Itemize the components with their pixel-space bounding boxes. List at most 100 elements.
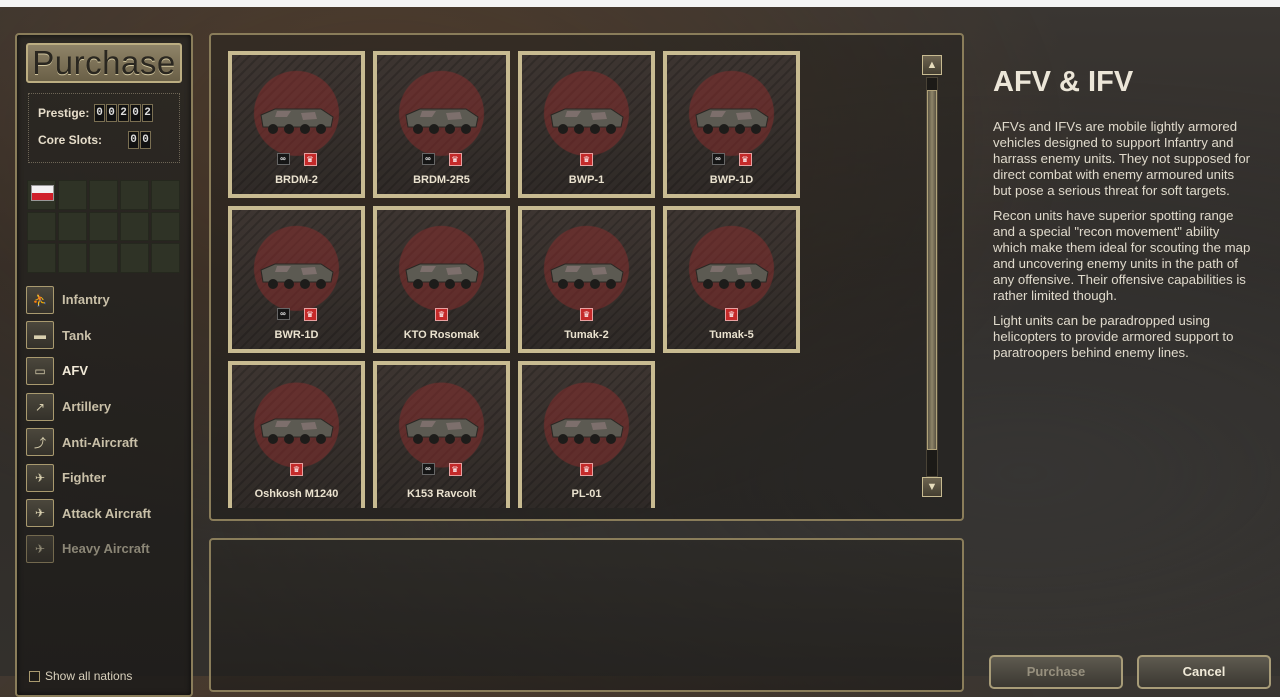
nation-slot-empty: [27, 211, 56, 242]
nation-slot-empty: [58, 243, 87, 273]
scroll-down-arrow-icon[interactable]: ▼: [922, 477, 942, 497]
nation-slot-empty: [151, 211, 180, 242]
counter-digit: 0: [140, 131, 151, 149]
attack-aircraft-icon: ✈: [26, 499, 54, 528]
category-label: Fighter: [62, 470, 107, 486]
unit-model-image: [405, 263, 479, 289]
category-list: ⛹ Infantry ▬ Tank ▭ AFV ↗ Artillery ⤴ Anti-Aircra…: [26, 282, 151, 567]
category-item-attack-aircraft[interactable]: ✈ Attack Aircraft: [26, 496, 151, 532]
counter-digit: 2: [142, 104, 153, 122]
unit-card[interactable]: ♛ PL-01: [518, 361, 655, 508]
unit-name: BRDM-2: [275, 174, 318, 186]
category-item-fighter[interactable]: ✈ Fighter: [26, 460, 151, 496]
purchase-title-plate: Purchase: [26, 43, 182, 83]
prestige-counter: 00202: [94, 104, 153, 122]
category-item-tank[interactable]: ▬ Tank: [26, 318, 151, 354]
category-item-artillery[interactable]: ↗ Artillery: [26, 389, 151, 425]
scroll-track[interactable]: [926, 77, 938, 477]
unit-name: PL-01: [571, 488, 602, 500]
unit-model-image: [260, 418, 334, 444]
counter-digit: 2: [118, 104, 129, 122]
nation-slot-empty: [58, 211, 87, 242]
paradrop-icon: ♛: [290, 463, 303, 476]
nation-slot-empty: [120, 180, 149, 210]
nation-slot-empty: [151, 180, 180, 210]
unit-badges: ∞ ♛: [377, 463, 506, 476]
paradrop-icon: ♛: [580, 308, 593, 321]
unit-card[interactable]: ∞ ♛ K153 Ravcolt: [373, 361, 510, 508]
counter-digit: 0: [94, 104, 105, 122]
info-paragraph: AFVs and IFVs are mobile lightly armored…: [993, 119, 1251, 198]
category-item-afv[interactable]: ▭ AFV: [26, 353, 151, 389]
scroll-up-arrow-icon[interactable]: ▲: [922, 55, 942, 75]
core-slots-counter: 00: [128, 131, 151, 149]
nation-slot-empty: [151, 243, 180, 273]
recon-binoculars-icon: ∞: [276, 153, 290, 165]
artillery-icon: ↗: [26, 392, 54, 421]
prestige-row: Prestige: 00202: [38, 104, 153, 122]
unit-model-image: [550, 108, 624, 134]
counter-digit: 0: [128, 131, 139, 149]
category-label: Artillery: [62, 399, 112, 415]
nation-grid: [27, 180, 180, 273]
unit-card[interactable]: ∞ ♛ BWP-1D: [663, 51, 800, 198]
tank-icon: ▬: [26, 321, 54, 350]
unit-model-image: [405, 418, 479, 444]
unit-model-image: [550, 418, 624, 444]
recon-binoculars-icon: ∞: [421, 153, 435, 165]
infantry-icon: ⛹: [26, 285, 54, 314]
unit-badges: ♛: [522, 308, 651, 321]
unit-card[interactable]: ∞ ♛ BRDM-2: [228, 51, 365, 198]
paradrop-icon: ♛: [725, 308, 738, 321]
info-description: AFVs and IFVs are mobile lightly armored…: [993, 119, 1255, 370]
unit-card[interactable]: ∞ ♛ BWR-1D: [228, 206, 365, 353]
nation-slot-poland[interactable]: [27, 180, 56, 210]
nation-slot-empty: [120, 211, 149, 242]
poland-flag-icon: [31, 185, 54, 201]
cancel-button[interactable]: Cancel: [1137, 655, 1271, 689]
recon-binoculars-icon: ∞: [711, 153, 725, 165]
category-label: Attack Aircraft: [62, 505, 152, 521]
paradrop-icon: ♛: [580, 463, 593, 476]
unit-name: Tumak-5: [709, 329, 754, 341]
unit-model-image: [695, 263, 769, 289]
unit-name: BRDM-2R5: [413, 174, 470, 186]
unit-name: Oshkosh M1240: [254, 488, 339, 500]
show-all-nations-toggle[interactable]: Show all nations: [29, 669, 132, 683]
unit-card[interactable]: ♛ BWP-1: [518, 51, 655, 198]
counter-digit: 0: [106, 104, 117, 122]
unit-badges: ♛: [377, 308, 506, 321]
category-item-infantry[interactable]: ⛹ Infantry: [26, 282, 151, 318]
paradrop-icon: ♛: [303, 153, 317, 166]
unit-card[interactable]: ∞ ♛ BRDM-2R5: [373, 51, 510, 198]
unit-badges: ♛: [667, 308, 796, 321]
unit-badges: ∞ ♛: [232, 153, 361, 166]
fighter-icon: ✈: [26, 463, 54, 492]
core-slots-row: Core Slots: 00: [38, 131, 151, 149]
paradrop-icon: ♛: [580, 153, 593, 166]
nation-slot-empty: [89, 211, 118, 242]
prestige-label: Prestige:: [38, 106, 90, 120]
nation-slot-empty: [58, 180, 87, 210]
paradrop-icon: ♛: [435, 308, 448, 321]
anti-aircraft-icon: ⤴: [26, 428, 54, 457]
show-all-nations-label: Show all nations: [45, 669, 133, 683]
unit-detail-panel: [209, 538, 964, 692]
unit-card[interactable]: ♛ Tumak-2: [518, 206, 655, 353]
show-all-nations-checkbox[interactable]: [29, 670, 40, 682]
afv-icon: ▭: [26, 356, 54, 385]
nation-slot-empty: [89, 243, 118, 273]
unit-name: BWR-1D: [274, 329, 319, 341]
unit-card[interactable]: ♛ KTO Rosomak: [373, 206, 510, 353]
unit-card[interactable]: ♛ Tumak-5: [663, 206, 800, 353]
paradrop-icon: ♛: [448, 153, 462, 166]
paradrop-icon: ♛: [448, 463, 462, 476]
unit-grid-scrollbar[interactable]: ▲ ▼: [921, 55, 943, 497]
purchase-button[interactable]: Purchase: [989, 655, 1123, 689]
unit-card[interactable]: ♛ Oshkosh M1240: [228, 361, 365, 508]
recon-binoculars-icon: ∞: [421, 463, 435, 475]
top-strip: [0, 0, 1280, 7]
unit-name: KTO Rosomak: [403, 329, 480, 341]
category-item-anti-aircraft[interactable]: ⤴ Anti-Aircraft: [26, 424, 151, 460]
scroll-thumb[interactable]: [927, 90, 937, 450]
